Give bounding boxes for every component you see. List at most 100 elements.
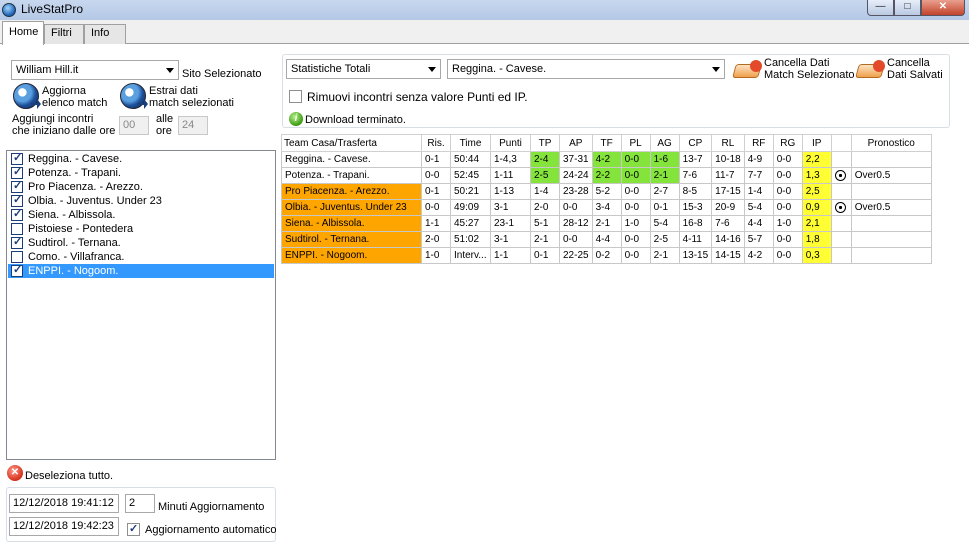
table-cell[interactable]: 4-4: [743, 215, 774, 232]
table-cell[interactable]: 0-0: [772, 183, 803, 200]
update-list-button[interactable]: Aggiorna elenco match: [42, 85, 107, 109]
list-item[interactable]: Olbia. - Juventus. Under 23: [8, 193, 274, 208]
table-cell[interactable]: 1,8: [801, 231, 832, 248]
table-cell[interactable]: [830, 183, 852, 200]
match-checkbox[interactable]: [11, 235, 23, 249]
table-cell[interactable]: 3-1: [490, 231, 531, 248]
match-checkbox[interactable]: [11, 179, 23, 193]
column-header[interactable]: [830, 134, 852, 152]
table-cell[interactable]: [830, 215, 852, 232]
column-header[interactable]: AP: [559, 134, 593, 152]
table-cell[interactable]: 1-6: [649, 151, 680, 168]
table-cell[interactable]: 2-2: [591, 167, 622, 184]
column-header[interactable]: IP: [801, 134, 832, 152]
table-cell[interactable]: 2-1: [591, 215, 622, 232]
table-cell[interactable]: 0-0: [620, 183, 651, 200]
table-cell[interactable]: [830, 167, 852, 184]
team-cell[interactable]: Pro Piacenza. - Arezzo.: [281, 183, 422, 200]
table-cell[interactable]: 1-0: [772, 215, 803, 232]
table-cell[interactable]: 2-0: [530, 199, 560, 216]
table-cell[interactable]: Interv...: [450, 247, 491, 264]
to-hour-input[interactable]: 24: [178, 116, 208, 135]
table-cell[interactable]: 1-13: [490, 183, 531, 200]
table-cell[interactable]: 0-0: [421, 167, 451, 184]
table-cell[interactable]: 37-31: [559, 151, 593, 168]
table-cell[interactable]: 13-7: [678, 151, 713, 168]
match-list[interactable]: Reggina. - Cavese. Potenza. - Trapani. P…: [6, 150, 276, 460]
table-cell[interactable]: Over0.5: [850, 167, 932, 184]
match-checkbox[interactable]: [11, 251, 23, 263]
table-cell[interactable]: 1-4: [530, 183, 560, 200]
next-update-field[interactable]: 12/12/2018 19:42:23: [9, 517, 119, 536]
table-cell[interactable]: [830, 199, 852, 216]
table-cell[interactable]: 14-16: [711, 231, 745, 248]
table-cell[interactable]: 52:45: [450, 167, 491, 184]
soccer-ball-extract-icon[interactable]: [120, 83, 146, 109]
table-cell[interactable]: 0-0: [620, 151, 651, 168]
column-header[interactable]: TF: [591, 134, 622, 152]
tab-info[interactable]: Info: [84, 24, 126, 44]
table-cell[interactable]: 49:09: [450, 199, 491, 216]
list-item[interactable]: Pistoiese - Pontedera: [8, 222, 274, 236]
table-row[interactable]: ENPPI. - Nogoom. 1-0 Interv... 1-1 0-1 22-25 0…: [281, 247, 932, 264]
table-cell[interactable]: 5-1: [530, 215, 560, 232]
table-cell[interactable]: 7-6: [711, 215, 745, 232]
table-cell[interactable]: 7-7: [743, 167, 774, 184]
table-cell[interactable]: 50:44: [450, 151, 491, 168]
table-cell[interactable]: 24-24: [559, 167, 593, 184]
table-cell[interactable]: 0-1: [421, 151, 451, 168]
column-header[interactable]: Time: [450, 134, 491, 152]
minimize-button[interactable]: —: [867, 0, 894, 16]
table-cell[interactable]: 15-3: [678, 199, 713, 216]
table-cell[interactable]: 2,2: [801, 151, 832, 168]
table-cell[interactable]: 13-15: [678, 247, 713, 264]
table-cell[interactable]: 3-1: [490, 199, 531, 216]
team-cell[interactable]: Potenza. - Trapani.: [281, 167, 422, 184]
table-cell[interactable]: [830, 151, 852, 168]
table-cell[interactable]: 2-7: [649, 183, 680, 200]
table-cell[interactable]: 7-6: [678, 167, 713, 184]
stats-table[interactable]: Team Casa/Trasferta Ris. Time Punti TP A…: [281, 134, 932, 264]
table-cell[interactable]: [850, 247, 932, 264]
clear-saved-button[interactable]: Cancella Dati Salvati: [887, 57, 943, 81]
match-checkbox[interactable]: [11, 151, 23, 165]
team-cell[interactable]: ENPPI. - Nogoom.: [281, 247, 422, 264]
list-item[interactable]: Reggina. - Cavese.: [8, 151, 274, 166]
table-cell[interactable]: 0-0: [772, 199, 803, 216]
table-cell[interactable]: 10-18: [711, 151, 745, 168]
table-cell[interactable]: 0,3: [801, 247, 832, 264]
table-cell[interactable]: 5-2: [591, 183, 622, 200]
table-cell[interactable]: 2-5: [530, 167, 560, 184]
tab-filtri[interactable]: Filtri: [44, 24, 84, 44]
last-update-field[interactable]: 12/12/2018 19:41:12: [9, 494, 119, 513]
soccer-ball-refresh-icon[interactable]: [13, 83, 39, 109]
remove-matches-checkbox[interactable]: [289, 90, 302, 103]
table-cell[interactable]: 23-28: [559, 183, 593, 200]
table-cell[interactable]: 0-0: [559, 231, 593, 248]
maximize-button[interactable]: □: [894, 0, 921, 16]
table-cell[interactable]: [850, 183, 932, 200]
table-cell[interactable]: 4-4: [591, 231, 622, 248]
table-row[interactable]: Sudtirol. - Ternana. 2-0 51:02 3-1 2-1 0-0 4-4…: [281, 231, 932, 248]
match-combo[interactable]: Reggina. - Cavese.: [447, 59, 725, 79]
column-header[interactable]: RL: [711, 134, 745, 152]
close-button[interactable]: ✕: [921, 0, 965, 16]
from-hour-input[interactable]: 00: [119, 116, 149, 135]
table-cell[interactable]: 1-1: [490, 247, 531, 264]
list-item[interactable]: Potenza. - Trapani.: [8, 165, 274, 180]
table-cell[interactable]: [830, 231, 852, 248]
table-cell[interactable]: 0-0: [772, 167, 803, 184]
stats-combo[interactable]: Statistiche Totali: [286, 59, 441, 79]
table-cell[interactable]: 2-1: [530, 231, 560, 248]
table-cell[interactable]: 0-2: [591, 247, 622, 264]
table-cell[interactable]: 1,3: [801, 167, 832, 184]
table-cell[interactable]: 1-11: [490, 167, 531, 184]
table-cell[interactable]: 16-8: [678, 215, 713, 232]
table-cell[interactable]: 0,9: [801, 199, 832, 216]
site-combo[interactable]: William Hill.it: [11, 60, 179, 80]
clear-selected-button[interactable]: Cancella Dati Match Selezionato: [764, 57, 855, 81]
table-cell[interactable]: 0-0: [620, 247, 651, 264]
table-cell[interactable]: 2-4: [530, 151, 560, 168]
table-row[interactable]: Reggina. - Cavese. 0-1 50:44 1-4,3 2-4 37-31 4…: [281, 151, 932, 168]
team-cell[interactable]: Olbia. - Juventus. Under 23: [281, 199, 422, 216]
